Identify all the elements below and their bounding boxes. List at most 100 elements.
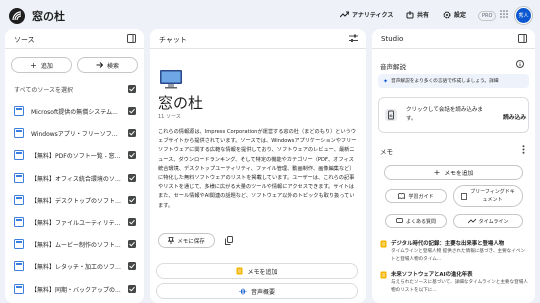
source-item-label: 【無料】オフィス統合環境のソフ... — [31, 175, 123, 183]
note-item[interactable]: 未来ソフトウェアとAIの進化年表 与えられたソースに基づいて、詳細なタイムライン… — [380, 270, 530, 298]
save-to-note-button[interactable]: メモに保存 — [158, 233, 215, 248]
source-checkbox[interactable] — [128, 284, 136, 293]
analytics-button[interactable]: アナリティクス — [340, 10, 393, 19]
sources-header: ソース — [5, 29, 144, 49]
sources-title: ソース — [14, 36, 35, 44]
plus-icon: + — [433, 168, 441, 177]
source-checkbox[interactable] — [128, 195, 136, 204]
source-item-label: 【無料】ファイルユーティリティ... — [31, 220, 123, 227]
chat-panel: チャット 窓の杜 11 ソース これらの情報源は、Impress Corpora… — [150, 29, 366, 303]
note-title: デジタル時代の記録：主要な出来事と登場人物 — [391, 241, 505, 247]
source-checkbox[interactable] — [128, 262, 136, 271]
studio-title: Studio — [381, 35, 404, 43]
add-label: 追加 — [40, 62, 53, 70]
select-all-label: すべてのソースを選択 — [14, 87, 74, 94]
chat-title: チャット — [159, 36, 187, 44]
note-icon — [380, 240, 387, 248]
trend-icon — [340, 11, 349, 18]
load-audio-button[interactable]: 読み込み — [503, 112, 526, 121]
note-title: 未来ソフトウェアとAIの進化年表 — [391, 272, 473, 278]
faq-label: よくある質問 — [405, 218, 436, 225]
apps-grid-icon[interactable] — [500, 10, 508, 20]
source-item[interactable]: 【無料】デスクトップのソフト一覧... — [5, 192, 144, 210]
notebook-summary: これらの情報源は、Impress Corporationが運営する窓の杜（まどの… — [158, 129, 357, 209]
source-item[interactable]: 【無料】ファイルユーティリティ... — [5, 214, 144, 232]
web-page-icon — [14, 261, 24, 272]
briefing-doc-label: ブリーフィングドキュメント — [470, 189, 515, 203]
source-item[interactable]: Microsoft提供の無償システム... — [5, 103, 144, 121]
source-item-label: Microsoft提供の無償システム... — [31, 109, 118, 116]
briefing-doc-chip[interactable]: ブリーフィングドキュメント — [453, 185, 523, 207]
notebook-title[interactable]: 窓の杜 — [32, 8, 65, 24]
audio-section-title: 音声解説 — [380, 63, 406, 71]
copy-icon[interactable] — [225, 236, 233, 247]
notes-section-title: メモ — [380, 148, 393, 156]
source-item-label: 【無料】デスクトップのソフト一覧... — [31, 197, 123, 205]
source-item-label: 【無料】ムービー制作のソフト... — [31, 242, 121, 250]
language-notice: ✦ 音声解説をより多くの言語で作成しましょう。詳細 — [378, 74, 529, 88]
collapse-panel-icon[interactable] — [518, 34, 527, 45]
web-page-icon — [14, 150, 24, 161]
settings-button[interactable]: 設定 — [443, 10, 466, 19]
study-guide-chip[interactable]: 学習ガイド — [385, 189, 447, 203]
web-page-icon — [14, 217, 24, 227]
source-item[interactable]: 【無料】オフィス統合環境のソフ... — [5, 170, 144, 188]
add-note-label: メモを追加 — [247, 268, 278, 276]
search-icon — [96, 61, 103, 68]
share-button[interactable]: 共有 — [406, 10, 429, 19]
info-icon[interactable] — [516, 60, 524, 70]
faq-icon — [396, 218, 403, 223]
share-icon — [406, 10, 414, 18]
monitor-icon — [159, 69, 183, 91]
source-item[interactable]: Windowsアプリ・フリーソフト... — [5, 125, 144, 143]
studio-add-note-button[interactable]: + メモを追加 — [384, 165, 523, 180]
app-logo-icon[interactable] — [9, 8, 25, 24]
source-checkbox[interactable] — [128, 218, 136, 226]
sparkle-icon: ✦ — [383, 77, 389, 85]
sources-panel: ソース + 追加 検索 すべてのソースを選択 Microsoft提供の無償システ… — [5, 29, 144, 303]
audio-file-icon — [385, 109, 397, 121]
top-bar: 窓の杜 アナリティクス 共有 設定 PRO 秀人 — [0, 0, 540, 32]
audio-overview-label: 音声概要 — [250, 288, 275, 296]
add-note-button[interactable]: メモを追加 — [156, 263, 358, 279]
more-options-icon[interactable] — [522, 145, 525, 156]
studio-add-note-label: メモを追加 — [444, 171, 474, 177]
timeline-label: タイムライン — [478, 218, 509, 225]
source-checkbox[interactable] — [128, 129, 136, 138]
source-count: 11 ソース — [158, 114, 181, 120]
save-note-label: メモに保存 — [177, 238, 205, 245]
studio-header: Studio — [372, 29, 535, 49]
source-checkbox[interactable] — [128, 240, 136, 249]
source-item[interactable]: 【無料】PDFのソフト一覧 - 窓... — [5, 147, 144, 165]
notebook-heading: 窓の杜 — [158, 94, 204, 112]
audio-prompt: クリックして会話を読み込みます。 — [406, 107, 483, 122]
language-notice-text: 音声解説をより多くの言語で作成しましょう。詳細 — [391, 79, 499, 84]
source-item[interactable]: 【無料】レタッチ・加工のソフト... — [5, 258, 144, 276]
source-item[interactable]: 【無料】同期・バックアップの... — [5, 281, 144, 299]
source-item-label: 【無料】PDFのソフト一覧 - 窓... — [31, 153, 121, 161]
web-page-icon — [14, 106, 24, 116]
note-item[interactable]: デジタル時代の記録：主要な出来事と登場人物 タイムラインと登場人物 提供された情… — [380, 239, 530, 267]
settings-label: 設定 — [454, 12, 467, 19]
source-item[interactable]: 【無料】ムービー制作のソフト... — [5, 236, 144, 254]
web-page-icon — [14, 194, 24, 205]
add-source-button[interactable]: + 追加 — [11, 57, 72, 73]
avatar[interactable]: 秀人 — [515, 7, 532, 24]
collapse-panel-icon[interactable] — [127, 34, 136, 45]
source-checkbox[interactable] — [128, 107, 136, 115]
audio-waveform-icon — [239, 288, 247, 294]
select-all-checkbox[interactable] — [128, 85, 136, 93]
tune-icon[interactable] — [349, 34, 358, 45]
source-checkbox[interactable] — [128, 151, 136, 160]
source-checkbox[interactable] — [128, 173, 136, 182]
audio-overview-button[interactable]: 音声概要 — [156, 283, 358, 299]
timeline-icon — [467, 218, 476, 224]
chat-header: チャット — [150, 29, 366, 49]
web-page-icon — [14, 128, 24, 139]
timeline-chip[interactable]: タイムライン — [453, 214, 523, 228]
faq-chip[interactable]: よくある質問 — [385, 214, 447, 228]
note-body: タイムラインと登場人物 提供された情報に基づき、主要なイベントと登場人物のタイム… — [391, 249, 526, 262]
document-icon — [460, 192, 467, 200]
plus-icon: + — [30, 60, 37, 70]
search-source-button[interactable]: 検索 — [77, 57, 138, 73]
